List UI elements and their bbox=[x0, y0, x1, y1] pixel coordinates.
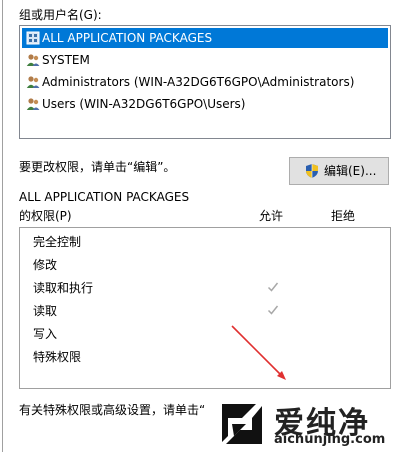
permissions-heading: ALL APPLICATION PACKAGES bbox=[19, 190, 190, 204]
permission-row-read: 读取 bbox=[33, 304, 58, 318]
allow-checkmark-icon bbox=[267, 282, 279, 292]
users-icon bbox=[26, 98, 40, 110]
edit-button[interactable]: 编辑(E)... bbox=[289, 157, 389, 185]
user-item-administrators[interactable]: Administrators (WIN-A32DG6T6GPO\Administ… bbox=[22, 72, 388, 92]
user-list[interactable]: ALL APPLICATION PACKAGES SYSTEM Administ… bbox=[19, 25, 391, 139]
edit-button-label: 编辑(E)... bbox=[324, 164, 377, 178]
allow-checkmark-icon bbox=[267, 305, 279, 315]
user-item-label: ALL APPLICATION PACKAGES bbox=[42, 31, 213, 45]
user-item-users[interactable]: Users (WIN-A32DG6T6GPO\Users) bbox=[22, 94, 388, 114]
user-item-all-application-packages[interactable]: ALL APPLICATION PACKAGES bbox=[22, 28, 388, 48]
permission-row-modify: 修改 bbox=[33, 258, 58, 272]
users-icon bbox=[26, 54, 40, 66]
annotation-arrow-icon bbox=[231, 325, 286, 380]
permissions-list[interactable]: 完全控制 修改 读取和执行 读取 写入 特殊权限 bbox=[19, 227, 391, 389]
panel-border bbox=[2, 0, 3, 452]
watermark-logo-icon bbox=[222, 404, 262, 444]
watermark-url: aichunjing.com bbox=[274, 432, 386, 447]
user-item-label: SYSTEM bbox=[42, 53, 90, 67]
security-permissions-panel: 组或用户名(G): ALL APPLICATION PACKAGES SYSTE… bbox=[0, 0, 404, 452]
permission-row-write: 写入 bbox=[33, 327, 58, 341]
user-item-label: Administrators (WIN-A32DG6T6GPO\Administ… bbox=[42, 75, 355, 89]
site-watermark: 爱纯净 aichunjing.com bbox=[212, 396, 402, 452]
user-item-label: Users (WIN-A32DG6T6GPO\Users) bbox=[42, 97, 246, 111]
permissions-heading-suffix: 的权限(P) bbox=[19, 209, 72, 223]
group-user-label: 组或用户名(G): bbox=[19, 8, 102, 22]
deny-column-header: 拒绝 bbox=[331, 209, 356, 223]
advanced-settings-hint: 有关特殊权限或高级设置，请单击“ bbox=[19, 403, 206, 417]
permission-row-full-control: 完全控制 bbox=[33, 235, 82, 249]
uac-shield-icon bbox=[306, 164, 318, 178]
user-item-system[interactable]: SYSTEM bbox=[22, 50, 388, 70]
group-packages-icon bbox=[26, 31, 40, 45]
edit-hint-text: 要更改权限，请单击“编辑”。 bbox=[19, 160, 176, 174]
permission-row-read-execute: 读取和执行 bbox=[33, 281, 94, 295]
users-icon bbox=[26, 76, 40, 88]
permission-row-special: 特殊权限 bbox=[33, 350, 82, 364]
allow-column-header: 允许 bbox=[259, 209, 284, 223]
